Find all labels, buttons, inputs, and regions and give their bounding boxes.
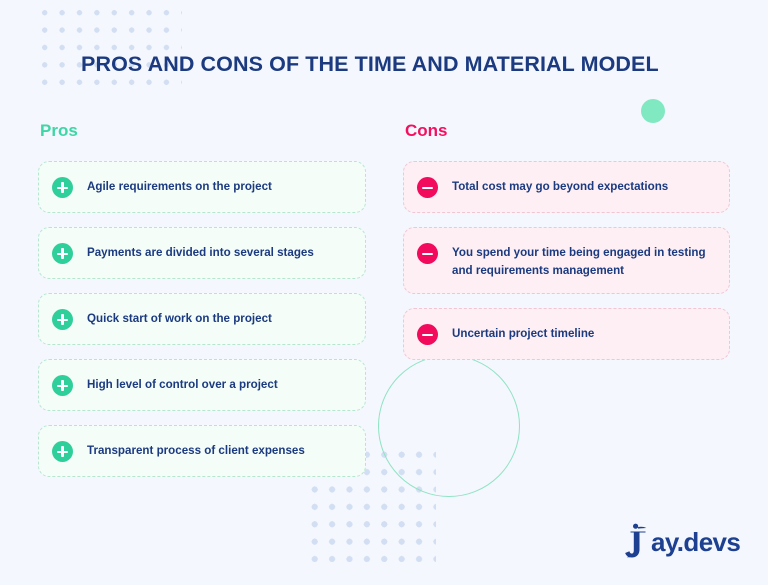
cons-card: Uncertain project timeline bbox=[403, 308, 730, 361]
pros-heading: Pros bbox=[40, 121, 78, 140]
pros-card: Agile requirements on the project bbox=[38, 161, 366, 213]
minus-icon bbox=[417, 324, 438, 346]
decorative-ring-outline bbox=[378, 355, 520, 497]
dot-grid-top-left bbox=[36, 4, 182, 92]
jay-bird-icon bbox=[625, 523, 647, 558]
pros-card: Quick start of work on the project bbox=[38, 293, 366, 345]
cons-card-text: Uncertain project timeline bbox=[452, 327, 595, 341]
plus-icon bbox=[52, 309, 73, 330]
cons-column: Cons Total cost may go beyond expectatio… bbox=[403, 122, 730, 374]
pros-card-text: Transparent process of client expenses bbox=[87, 444, 305, 457]
decorative-green-dot bbox=[641, 99, 665, 123]
page-title: PROS AND CONS OF THE TIME AND MATERIAL M… bbox=[81, 52, 659, 76]
pros-card-text: Payments are divided into several stages bbox=[87, 246, 314, 259]
cons-card: Total cost may go beyond expectations bbox=[403, 161, 730, 213]
pros-card-text: Quick start of work on the project bbox=[87, 312, 272, 325]
brand-logo: ay.devs bbox=[624, 522, 741, 562]
logo-wordmark: ay.devs bbox=[651, 527, 741, 557]
minus-icon bbox=[417, 177, 438, 198]
pros-column: Pros Agile requirements on the project P… bbox=[38, 122, 366, 491]
cons-card: You spend your time being engaged in tes… bbox=[403, 227, 730, 295]
cons-card-text: Total cost may go beyond expectations bbox=[452, 180, 669, 193]
plus-icon bbox=[52, 177, 73, 198]
pros-card-text: Agile requirements on the project bbox=[87, 180, 272, 193]
plus-icon bbox=[52, 441, 73, 462]
infographic-canvas: PROS AND CONS OF THE TIME AND MATERIAL M… bbox=[0, 0, 768, 585]
plus-icon bbox=[52, 375, 73, 396]
pros-card-text: High level of control over a project bbox=[87, 378, 278, 391]
pros-card: High level of control over a project bbox=[38, 359, 366, 411]
cons-card-text: You spend your time being engaged in tes… bbox=[452, 246, 706, 277]
plus-icon bbox=[52, 243, 73, 264]
minus-icon bbox=[417, 243, 438, 264]
pros-card: Payments are divided into several stages bbox=[38, 227, 366, 279]
pros-card: Transparent process of client expenses bbox=[38, 425, 366, 477]
cons-heading: Cons bbox=[405, 121, 448, 140]
